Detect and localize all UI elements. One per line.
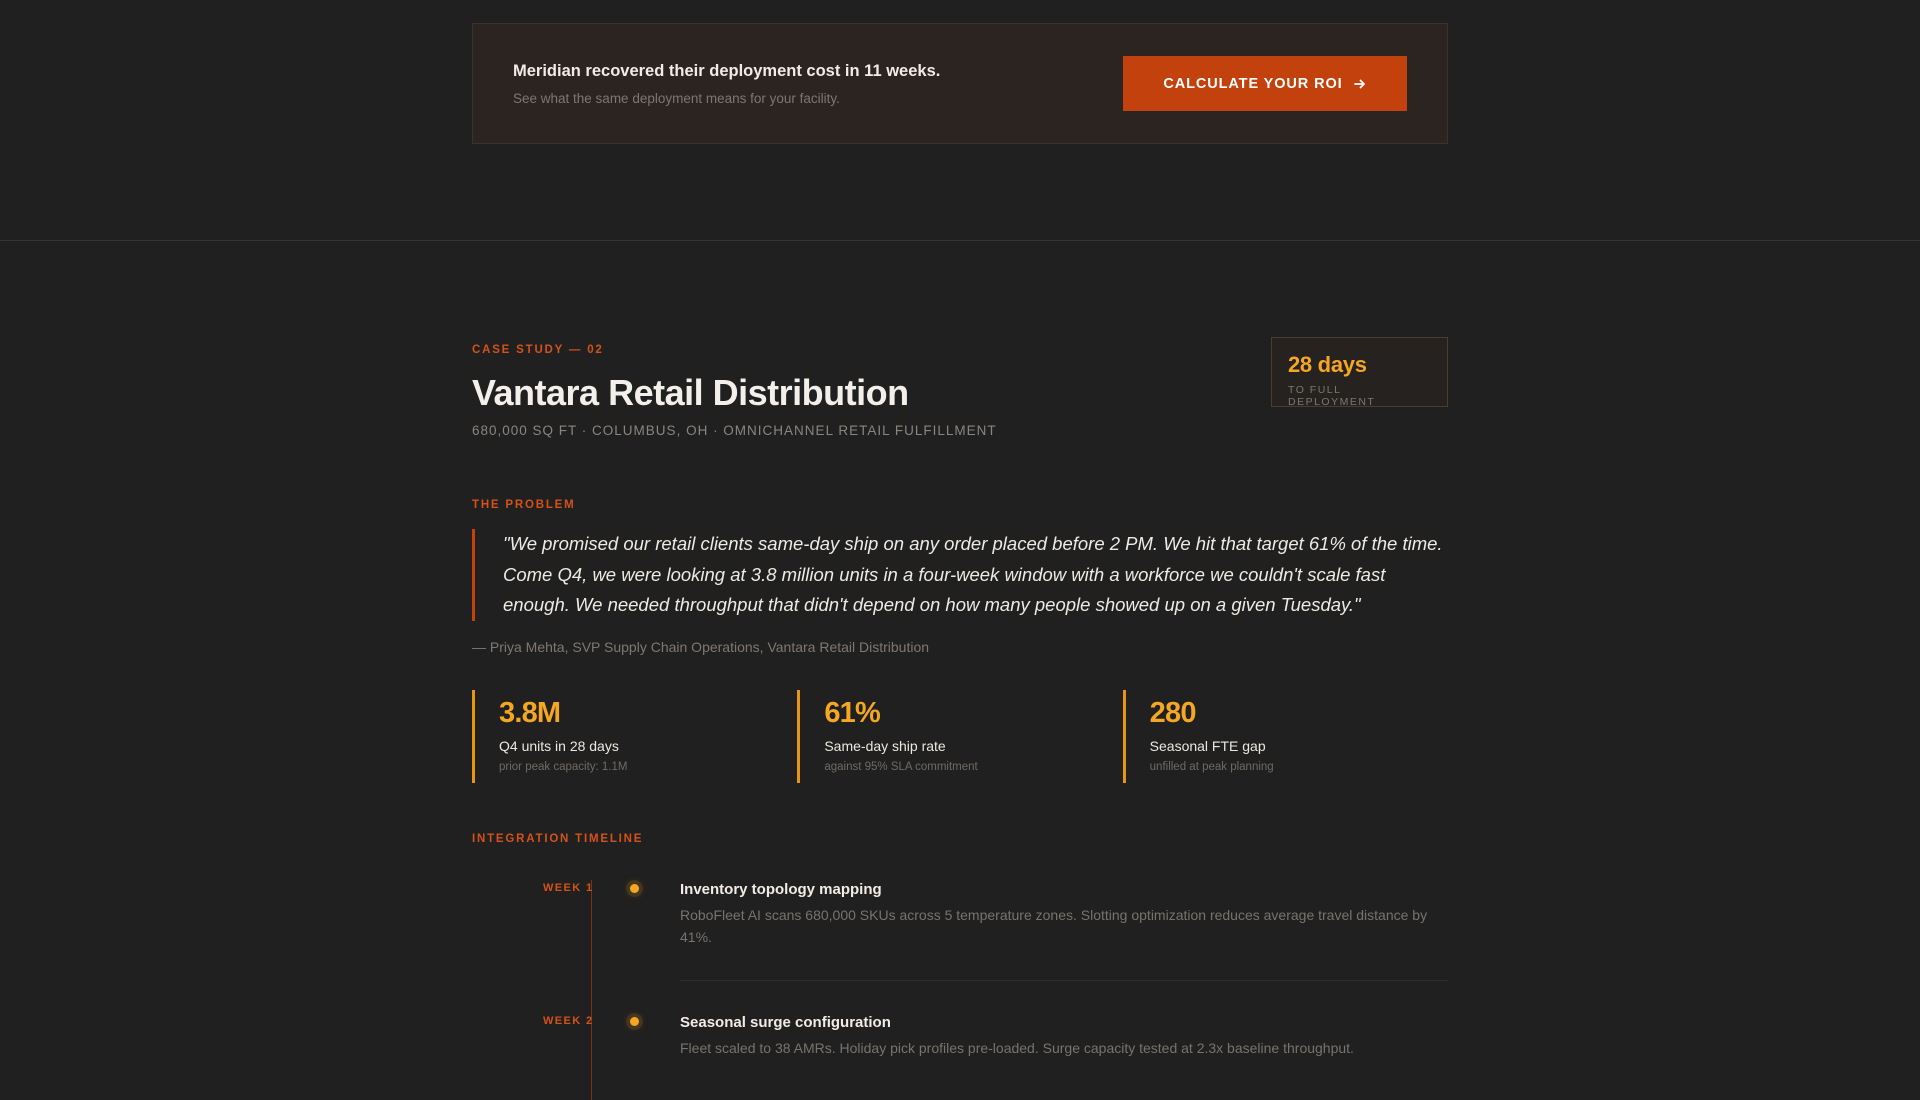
section-divider [0, 240, 1920, 241]
deployment-badge-value: 28 days [1288, 352, 1367, 377]
problem-eyebrow: THE PROBLEM [472, 499, 576, 511]
stat-label: Q4 units in 28 days [499, 738, 619, 754]
roi-subtext: See what the same deployment means for y… [513, 90, 840, 106]
case-study-meta: 680,000 SQ FT · COLUMBUS, OH · OMNICHANN… [472, 423, 997, 438]
timeline-content: Inventory topology mapping RoboFleet AI … [680, 881, 1448, 948]
timeline-item-description: Fleet scaled to 38 AMRs. Holiday pick pr… [680, 1040, 1354, 1056]
timeline-dot-icon [630, 1017, 639, 1026]
problem-quote: "We promised our retail clients same-day… [472, 529, 1448, 621]
deployment-badge: 28 days TO FULL DEPLOYMENT [1271, 337, 1448, 408]
case-study-title: Vantara Retail Distribution [472, 372, 909, 413]
deployment-badge-label: TO FULL DEPLOYMENT [1288, 384, 1376, 408]
calculate-roi-label: CALCULATE YOUR ROI [1163, 75, 1343, 92]
stat-note: prior peak capacity: 1.1M [499, 761, 628, 773]
calculate-roi-button[interactable]: CALCULATE YOUR ROI [1123, 56, 1407, 111]
stat-note: unfilled at peak planning [1149, 761, 1274, 773]
timeline-week-label: WEEK 2 [543, 1015, 594, 1027]
case-study-eyebrow: CASE STUDY — 02 [472, 344, 604, 356]
stat-card: 280 Seasonal FTE gap unfilled at peak pl… [1122, 690, 1448, 783]
arrow-right-icon [1353, 79, 1365, 88]
timeline-content: Seasonal surge configuration Fleet scale… [680, 1014, 1448, 1059]
stat-value: 3.8M [499, 697, 561, 729]
roi-banner-text: Meridian recovered their deployment cost… [513, 62, 940, 106]
timeline-dot-icon [630, 884, 639, 893]
timeline-item-title: Inventory topology mapping [680, 881, 882, 898]
stat-value: 61% [824, 697, 880, 729]
timeline-item-description: RoboFleet AI scans 680,000 SKUs across 5… [680, 907, 1428, 945]
timeline-item-title: Seasonal surge configuration [680, 1014, 891, 1031]
timeline-separator [680, 980, 1448, 981]
stat-label: Seasonal FTE gap [1149, 738, 1266, 754]
roi-banner: Meridian recovered their deployment cost… [472, 23, 1448, 144]
stat-value: 280 [1149, 697, 1197, 729]
timeline-week-label: WEEK 1 [543, 882, 594, 894]
roi-headline: Meridian recovered their deployment cost… [513, 61, 941, 80]
stats-row: 3.8M Q4 units in 28 days prior peak capa… [472, 690, 1448, 783]
stat-card: 61% Same-day ship rate against 95% SLA c… [797, 690, 1122, 783]
timeline-line [591, 880, 592, 1100]
timeline-eyebrow: INTEGRATION TIMELINE [472, 833, 644, 845]
stat-note: against 95% SLA commitment [824, 761, 978, 773]
stat-label: Same-day ship rate [824, 738, 946, 754]
stat-card: 3.8M Q4 units in 28 days prior peak capa… [472, 690, 797, 783]
quote-attribution: — Priya Mehta, SVP Supply Chain Operatio… [472, 639, 930, 655]
